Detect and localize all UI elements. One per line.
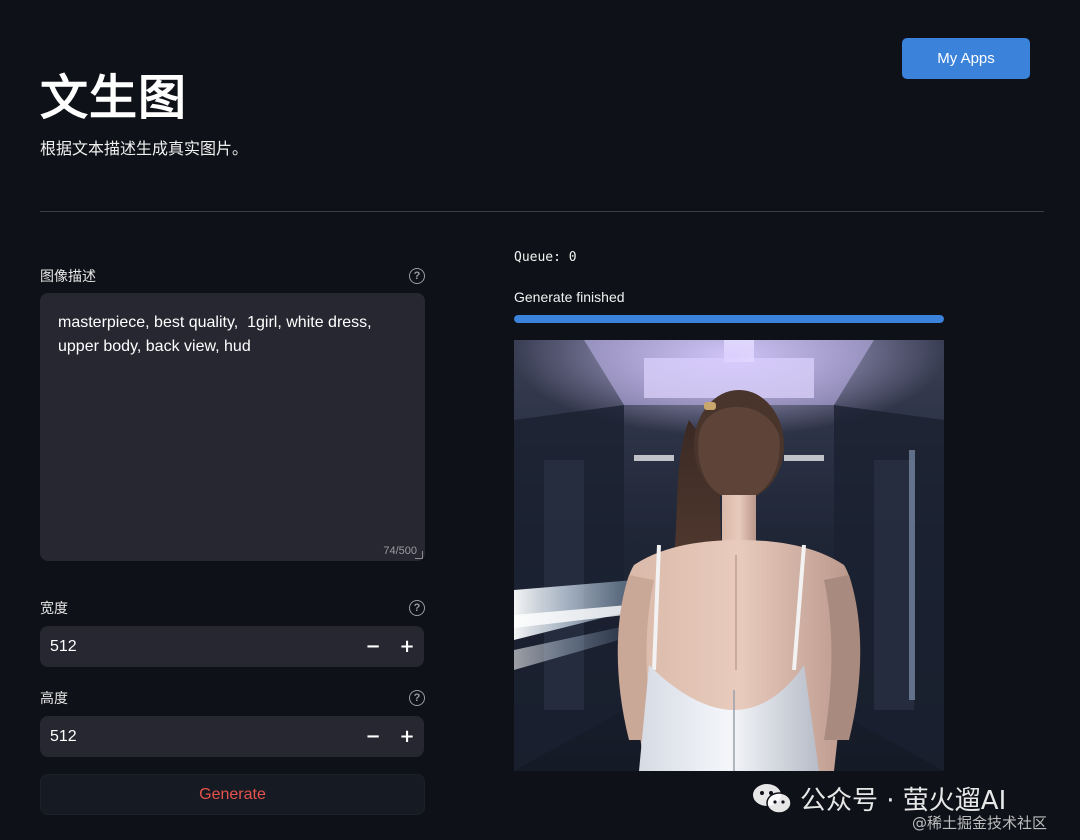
page-subtitle: 根据文本描述生成真实图片。	[40, 139, 249, 158]
question-circle-icon[interactable]: ?	[409, 690, 425, 706]
width-input[interactable]	[40, 626, 356, 667]
generate-button[interactable]: Generate	[40, 774, 425, 815]
generated-image-illustration	[514, 340, 944, 771]
progress-fill	[514, 315, 944, 323]
width-decrement-button[interactable]: −	[356, 626, 390, 667]
generated-image[interactable]	[514, 340, 944, 771]
width-number-input: − +	[40, 626, 424, 667]
width-label: 宽度	[40, 601, 68, 617]
height-label: 高度	[40, 691, 68, 707]
height-number-input: − +	[40, 716, 424, 757]
prompt-textarea-container: 74/500	[40, 293, 425, 561]
prompt-label: 图像描述	[40, 269, 96, 285]
question-circle-icon[interactable]: ?	[409, 268, 425, 284]
queue-status: Queue: 0	[514, 250, 577, 265]
char-count: 74/500	[383, 545, 417, 557]
my-apps-button[interactable]: My Apps	[902, 38, 1030, 79]
question-circle-icon[interactable]: ?	[409, 600, 425, 616]
progress-label: Generate finished	[514, 289, 625, 305]
height-increment-button[interactable]: +	[390, 716, 424, 757]
divider	[40, 211, 1044, 212]
watermark-sub: @稀土掘金技术社区	[912, 814, 1048, 832]
width-increment-button[interactable]: +	[390, 626, 424, 667]
prompt-textarea[interactable]	[40, 293, 425, 561]
page-title: 文生图	[40, 70, 188, 126]
wechat-icon	[753, 783, 792, 814]
progress-bar	[514, 315, 944, 323]
resize-handle-icon[interactable]	[415, 551, 423, 559]
height-decrement-button[interactable]: −	[356, 716, 390, 757]
height-input[interactable]	[40, 716, 356, 757]
